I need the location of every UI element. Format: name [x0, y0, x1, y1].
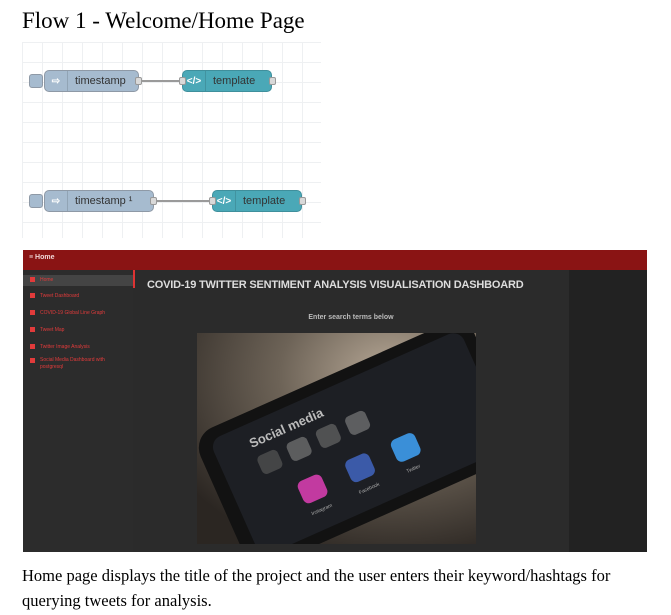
- output-port[interactable]: [299, 197, 306, 205]
- output-port[interactable]: [150, 197, 157, 205]
- node-label: template: [213, 75, 256, 87]
- dashboard-title: COVID-19 TWITTER SENTIMENT ANALYSIS VISU…: [147, 279, 524, 291]
- dashboard-icon: [30, 358, 35, 363]
- sidebar-item-label: Social Media Dashboard with postgresql: [40, 357, 105, 370]
- template-node[interactable]: </> template: [209, 190, 306, 212]
- inject-button[interactable]: [29, 194, 43, 208]
- sidebar-item-label: Tweet Map: [40, 327, 65, 333]
- dashboard-icon: [30, 327, 35, 332]
- dashboard-screenshot: ≡ Home Home Tweet Dashboard COVID-19 Glo…: [23, 250, 647, 552]
- sidebar-item-covid-line-graph[interactable]: COVID-19 Global Line Graph: [23, 310, 133, 316]
- title-accent: [133, 270, 135, 288]
- sidebar-item-tweet-map[interactable]: Tweet Map: [23, 327, 133, 333]
- wire: [155, 200, 215, 202]
- arrow-right-icon: ⇨: [45, 191, 68, 211]
- arrow-right-icon: ⇨: [45, 71, 68, 91]
- node-red-flow-canvas: ⇨ timestamp </> template ⇨ timestamp ¹ <…: [22, 42, 321, 238]
- sidebar-item-image-analysis[interactable]: Twitter Image Analysis: [23, 344, 133, 350]
- dashboard-icon: [30, 344, 35, 349]
- sidebar-item-social-media-dashboard[interactable]: Social Media Dashboard with postgresql: [23, 357, 113, 371]
- sidebar-item-label: Twitter Image Analysis: [40, 344, 90, 350]
- sidebar-item-home[interactable]: Home: [23, 275, 133, 286]
- menu-title[interactable]: ≡ Home: [29, 254, 54, 261]
- timestamp-inject-node[interactable]: ⇨ timestamp ¹: [44, 190, 157, 212]
- node-label: timestamp: [75, 75, 126, 87]
- node-label: template: [243, 195, 286, 207]
- code-icon: </>: [183, 71, 206, 91]
- output-port[interactable]: [269, 77, 276, 85]
- input-port[interactable]: [209, 197, 216, 205]
- sidebar-item-label: Tweet Dashboard: [40, 293, 80, 299]
- template-node[interactable]: </> template: [179, 70, 276, 92]
- inject-button[interactable]: [29, 74, 43, 88]
- timestamp-inject-node[interactable]: ⇨ timestamp: [44, 70, 142, 92]
- dashboard-sidebar: Home Tweet Dashboard COVID-19 Global Lin…: [23, 270, 133, 552]
- dashboard-right-panel: [569, 270, 647, 552]
- sidebar-item-label: Home: [40, 277, 54, 283]
- social-media-phone-photo: Social media Instagram Facebook Twitter: [197, 333, 476, 544]
- dashboard-toolbar: ≡ Home: [23, 250, 647, 270]
- search-prompt: Enter search terms below: [308, 314, 394, 321]
- dashboard-icon: [30, 310, 35, 315]
- sidebar-item-label: COVID-19 Global Line Graph: [40, 310, 106, 316]
- figure-caption: Home page displays the title of the proj…: [22, 566, 611, 610]
- sidebar-item-tweet-dashboard[interactable]: Tweet Dashboard: [23, 293, 133, 299]
- input-port[interactable]: [179, 77, 186, 85]
- page-heading: Flow 1 - Welcome/Home Page: [22, 8, 305, 33]
- dashboard-icon: [30, 277, 35, 282]
- dashboard-icon: [30, 293, 35, 298]
- node-label: timestamp ¹: [75, 195, 133, 207]
- code-icon: </>: [213, 191, 236, 211]
- output-port[interactable]: [135, 77, 142, 85]
